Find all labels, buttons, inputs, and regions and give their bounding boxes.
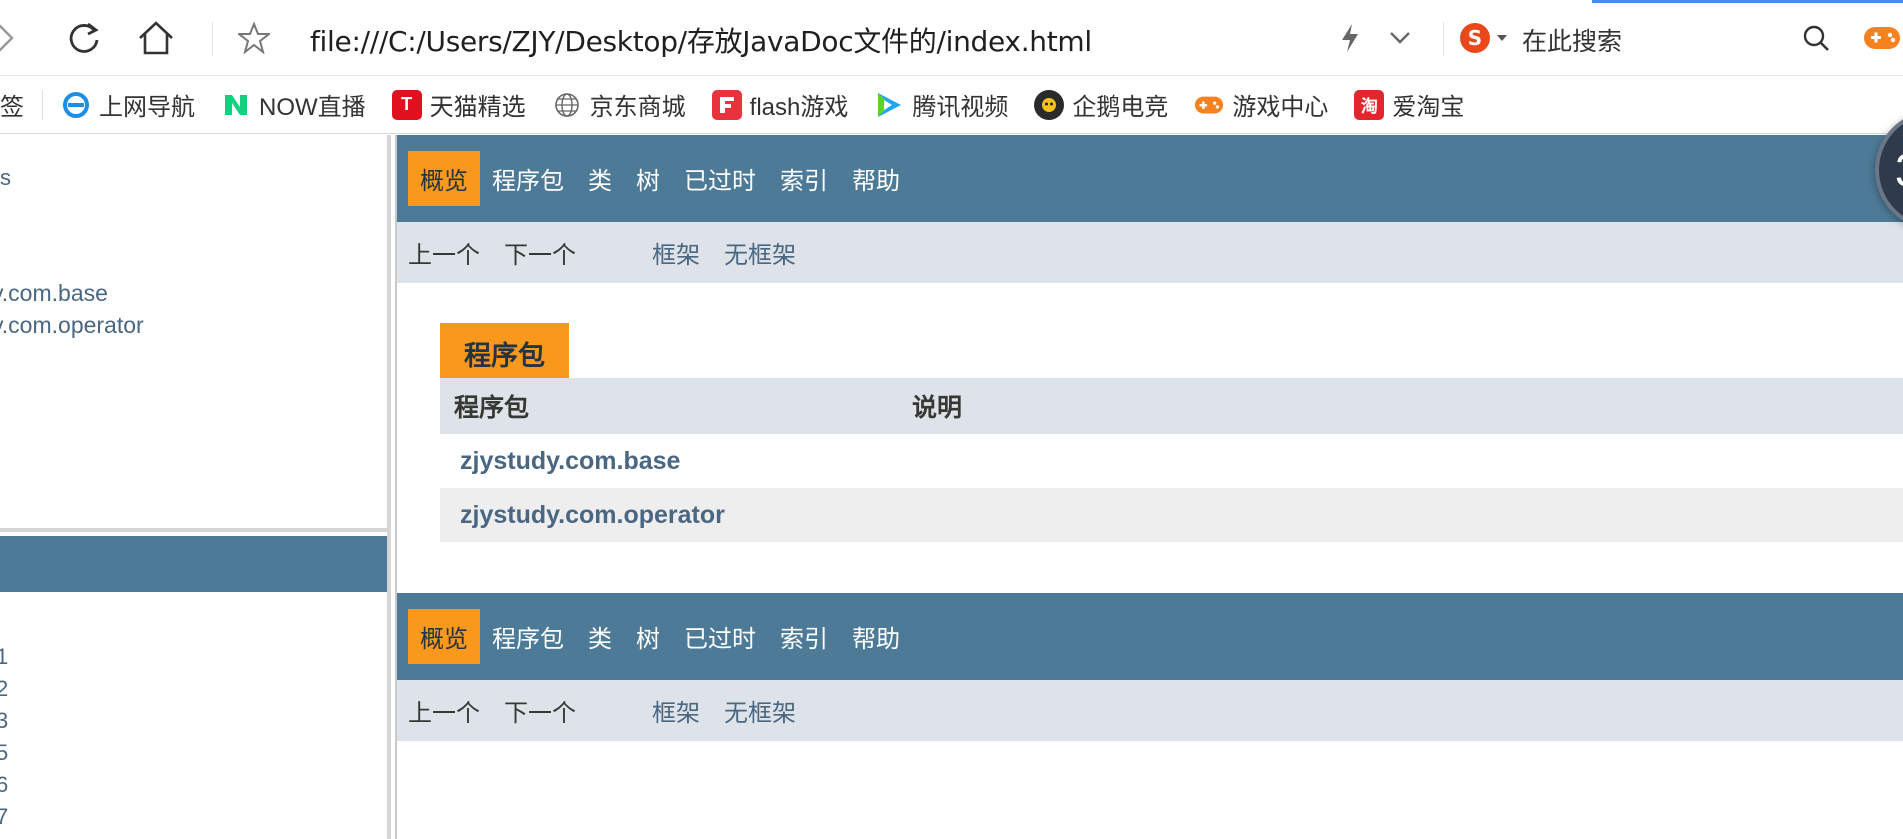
package-link[interactable]: y.com.base xyxy=(0,280,108,307)
table-row: zjystudy.com.base xyxy=(440,434,1903,488)
divider xyxy=(42,89,43,120)
class-link[interactable]: 3 xyxy=(0,708,8,734)
package-link[interactable]: zjystudy.com.operator xyxy=(460,501,725,530)
nav-tree[interactable]: 树 xyxy=(624,151,672,206)
nav-index[interactable]: 索引 xyxy=(768,151,840,206)
address-bar: file:///C:/Users/ZJY/Desktop/存放JavaDoc文件… xyxy=(0,0,1903,76)
divider xyxy=(212,22,213,56)
bookmark-item[interactable]: 游戏中心 xyxy=(1194,87,1328,122)
nav-index[interactable]: 索引 xyxy=(768,609,840,664)
bookmark-item[interactable]: NOW直播 xyxy=(221,87,366,122)
star-icon[interactable] xyxy=(234,18,274,58)
table-header: 程序包 说明 xyxy=(440,378,1903,434)
url-field[interactable]: file:///C:/Users/ZJY/Desktop/存放JavaDoc文件… xyxy=(310,20,1092,60)
penguin-esports-icon xyxy=(1034,89,1065,120)
class-link[interactable]: 7 xyxy=(0,804,8,830)
nav-package[interactable]: 程序包 xyxy=(480,151,576,206)
sub-navbar: 上一个 下一个 框架 无框架 xyxy=(397,222,1903,283)
class-link[interactable]: 6 xyxy=(0,772,8,798)
top-navbar: 概览 程序包 类 树 已过时 索引 帮助 xyxy=(397,135,1903,222)
reload-icon[interactable] xyxy=(64,18,104,58)
bookmark-label: 天猫精选 xyxy=(429,94,526,121)
search-icon[interactable] xyxy=(1796,18,1836,58)
tencent-video-icon xyxy=(874,89,905,120)
bookmark-label: NOW直播 xyxy=(259,94,366,121)
bookmark-item[interactable]: 淘 爱淘宝 xyxy=(1354,87,1464,122)
globe-icon xyxy=(551,89,582,120)
sub-navbar: 上一个 下一个 框架 无框架 xyxy=(397,680,1903,741)
bookmark-label: 企鹅电竞 xyxy=(1072,94,1169,121)
now-icon xyxy=(221,89,251,120)
package-summary-table: 程序包 说明 zjystudy.com.base zjystudy.com.op… xyxy=(440,378,1903,542)
bookmark-label: 爱淘宝 xyxy=(1392,94,1465,121)
taobao-icon: 淘 xyxy=(1354,89,1385,120)
prev-link: 上一个 xyxy=(408,242,480,269)
search-input[interactable]: 在此搜索 xyxy=(1522,22,1622,58)
next-link: 下一个 xyxy=(504,242,576,269)
nav-help[interactable]: 帮助 xyxy=(840,151,912,206)
bookmark-label: 上网导航 xyxy=(99,94,195,121)
flash-game-icon xyxy=(711,89,742,120)
bookmark-item[interactable]: flash游戏 xyxy=(711,87,849,122)
game-center-icon[interactable] xyxy=(1862,18,1902,58)
bookmark-item[interactable]: 腾讯视频 xyxy=(874,87,1008,122)
nav-class[interactable]: 类 xyxy=(576,151,624,206)
package-link[interactable]: zjystudy.com.base xyxy=(460,447,680,476)
frame-header-bar xyxy=(0,536,387,592)
bookmark-item[interactable]: 京东商城 xyxy=(551,87,686,122)
frames-link[interactable]: 框架 xyxy=(652,235,700,270)
frames-link[interactable]: 框架 xyxy=(652,693,700,728)
table-row: zjystudy.com.operator xyxy=(440,488,1903,542)
nav-tree[interactable]: 树 xyxy=(624,609,672,664)
bottom-navbar: 概览 程序包 类 树 已过时 索引 帮助 xyxy=(397,593,1903,680)
bookmark-item[interactable]: 上网导航 xyxy=(61,87,195,122)
next-link: 下一个 xyxy=(504,700,576,727)
nav-deprecated[interactable]: 已过时 xyxy=(672,151,768,206)
ie-icon xyxy=(61,89,91,120)
forward-icon[interactable] xyxy=(0,18,26,58)
bookmark-label: 腾讯视频 xyxy=(912,94,1009,121)
column-header-description: 说明 xyxy=(912,394,963,422)
badge-text: 38 xyxy=(1895,143,1903,197)
tmall-icon: T xyxy=(391,89,422,120)
nav-class[interactable]: 类 xyxy=(576,609,624,664)
bookmark-label: 签 xyxy=(0,94,24,121)
divider xyxy=(1443,22,1444,56)
home-icon[interactable] xyxy=(136,18,176,58)
bookmark-label: flash游戏 xyxy=(749,94,849,121)
prev-link: 上一个 xyxy=(408,700,480,727)
bookmark-item[interactable]: 企鹅电竞 xyxy=(1034,87,1168,122)
nav-help[interactable]: 帮助 xyxy=(840,609,912,664)
loading-indicator xyxy=(1592,0,1903,3)
package-link[interactable]: y.com.operator xyxy=(0,312,144,339)
bookmark-label: 游戏中心 xyxy=(1232,94,1329,121)
bookmark-item[interactable]: 签 xyxy=(0,87,24,122)
nav-overview[interactable]: 概览 xyxy=(408,609,480,664)
no-frames-link[interactable]: 无框架 xyxy=(724,235,796,270)
bookmark-item[interactable]: T 天猫精选 xyxy=(391,87,526,122)
nav-package[interactable]: 程序包 xyxy=(480,609,576,664)
bookmark-label: 京东商城 xyxy=(589,94,686,121)
frame-heading: s xyxy=(0,165,11,190)
svg-text:S: S xyxy=(1468,26,1482,50)
nav-deprecated[interactable]: 已过时 xyxy=(672,609,768,664)
package-list-frame: s y.com.base y.com.operator xyxy=(0,135,391,532)
bookmark-bar: 签 上网导航 NOW直播 T 天猫精选 京东商城 flash游戏 腾讯视频 企鹅… xyxy=(0,76,1903,134)
gamepad-icon xyxy=(1194,89,1225,120)
no-frames-link[interactable]: 无框架 xyxy=(724,693,796,728)
class-link[interactable]: 2 xyxy=(0,676,8,702)
column-header-package: 程序包 xyxy=(454,394,530,422)
nav-overview[interactable]: 概览 xyxy=(408,151,480,206)
lightning-icon[interactable] xyxy=(1330,18,1370,58)
table-caption: 程序包 xyxy=(440,323,569,378)
class-link[interactable]: 5 xyxy=(0,740,8,766)
chevron-down-icon[interactable] xyxy=(1380,18,1420,58)
class-link[interactable]: 1 xyxy=(0,644,8,670)
content-frame: 概览 程序包 类 树 已过时 索引 帮助 上一个 下一个 框架 无框架 程序包 … xyxy=(395,135,1903,839)
class-list-frame: 1 2 3 5 6 7 xyxy=(0,532,391,839)
caret-down-icon[interactable] xyxy=(1482,18,1522,58)
